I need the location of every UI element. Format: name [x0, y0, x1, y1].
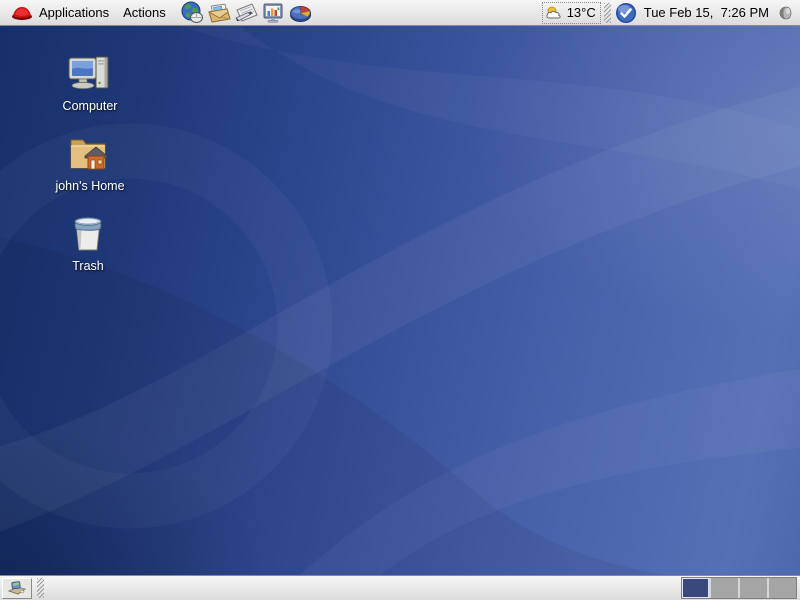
desktop[interactable]: Computer john's Home: [0, 26, 800, 575]
computer-icon: [67, 52, 113, 96]
applications-menu[interactable]: Applications: [4, 1, 116, 25]
web-browser-icon: [180, 1, 204, 24]
top-panel: Applications Actions: [0, 0, 800, 26]
red-hat-icon: [11, 5, 33, 21]
writer-launcher[interactable]: [233, 1, 260, 25]
update-notifier[interactable]: [614, 1, 639, 25]
workspace-2[interactable]: [711, 578, 738, 598]
workspace-3[interactable]: [740, 578, 767, 598]
home-folder-icon: [65, 132, 115, 176]
email-launcher[interactable]: [206, 1, 233, 25]
calc-icon: [288, 2, 313, 24]
desktop-icon-label: john's Home: [55, 179, 124, 193]
weather-temp: 13°C: [567, 5, 596, 20]
workspace-4[interactable]: [769, 578, 796, 598]
applet-drag-handle[interactable]: [604, 3, 611, 23]
desktop-icon-trash[interactable]: Trash: [33, 212, 143, 273]
email-icon: [207, 2, 232, 24]
bottom-panel: [0, 575, 800, 600]
workspace-switcher: [681, 577, 797, 599]
speaker-icon: [776, 4, 794, 22]
desktop-icon-home[interactable]: john's Home: [35, 132, 145, 193]
panel-drag-handle[interactable]: [37, 578, 44, 598]
desktop-icon-label: Trash: [72, 259, 104, 273]
clock-applet[interactable]: Tue Feb 15, 7:26 PM: [639, 5, 774, 20]
desktop-icon-label: Computer: [63, 99, 118, 113]
update-check-icon: [615, 2, 637, 24]
calc-launcher[interactable]: [287, 1, 314, 25]
web-browser-launcher[interactable]: [179, 1, 206, 25]
actions-menu-label: Actions: [123, 5, 166, 20]
workspace-1[interactable]: [682, 578, 709, 598]
desktop-icon-computer[interactable]: Computer: [35, 52, 145, 113]
volume-applet[interactable]: [774, 1, 796, 25]
show-desktop-button[interactable]: [2, 578, 32, 599]
writer-icon: [234, 2, 259, 24]
cloud-icon: [545, 5, 565, 21]
actions-menu[interactable]: Actions: [116, 1, 173, 25]
impress-launcher[interactable]: [260, 1, 287, 25]
impress-icon: [261, 2, 286, 24]
trash-icon: [66, 212, 110, 256]
weather-applet[interactable]: 13°C: [542, 2, 601, 24]
applications-menu-label: Applications: [39, 5, 109, 20]
show-desktop-icon: [7, 580, 27, 596]
